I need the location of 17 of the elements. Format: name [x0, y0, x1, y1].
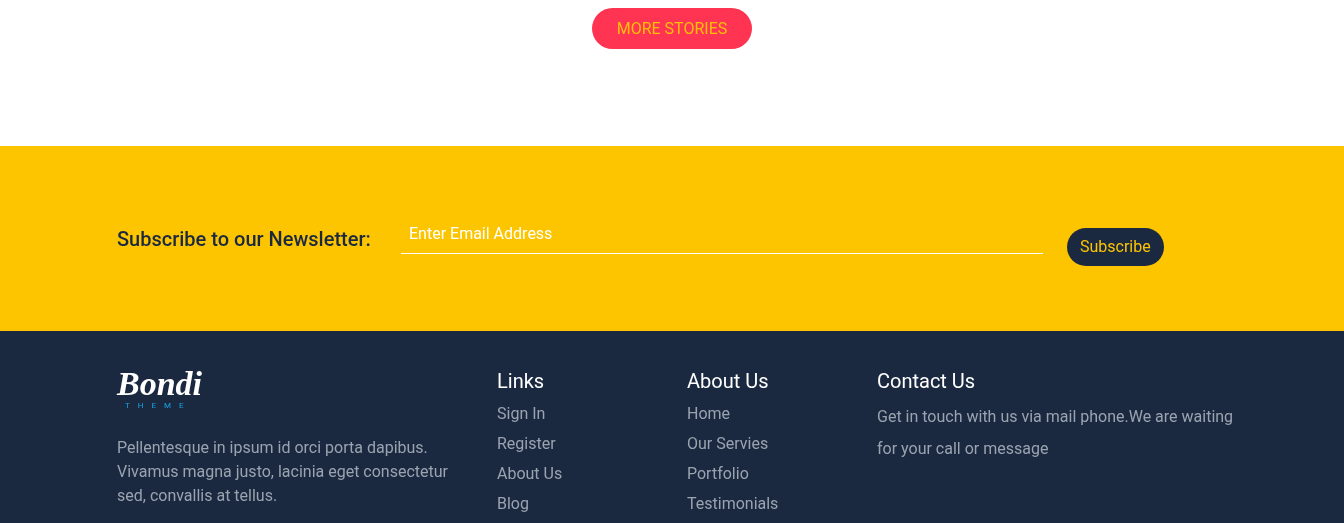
newsletter-label: Subscribe to our Newsletter: [117, 225, 372, 253]
footer-link[interactable]: Register [497, 429, 556, 459]
contact-text: Get in touch with us via mail phone.We are waiting for your call or message [877, 406, 1235, 460]
logo[interactable]: Bondi THEME [117, 367, 207, 411]
email-field[interactable]: Enter Email Address [401, 213, 1043, 254]
footer-link[interactable]: Portfolio [687, 459, 749, 489]
column-heading: Links [497, 368, 546, 395]
footer-link[interactable]: Our Servies [687, 429, 769, 459]
column-heading: Contact Us [877, 368, 977, 395]
footer-link[interactable]: Sign In [497, 399, 546, 429]
footer-link[interactable]: Testimonials [687, 489, 779, 519]
footer-link[interactable]: Home [687, 399, 731, 429]
footer-link[interactable]: Blog [497, 489, 529, 519]
footer-link[interactable]: About Us [497, 459, 563, 489]
subscribe-button[interactable]: Subscribe [1067, 227, 1164, 266]
footer-description: Pellentesque in ipsum id orci porta dapibus. Vivamus magna justo, lacinia eget consectetur sed, convallis at tellus. [117, 437, 449, 507]
column-heading: About Us [687, 368, 770, 395]
